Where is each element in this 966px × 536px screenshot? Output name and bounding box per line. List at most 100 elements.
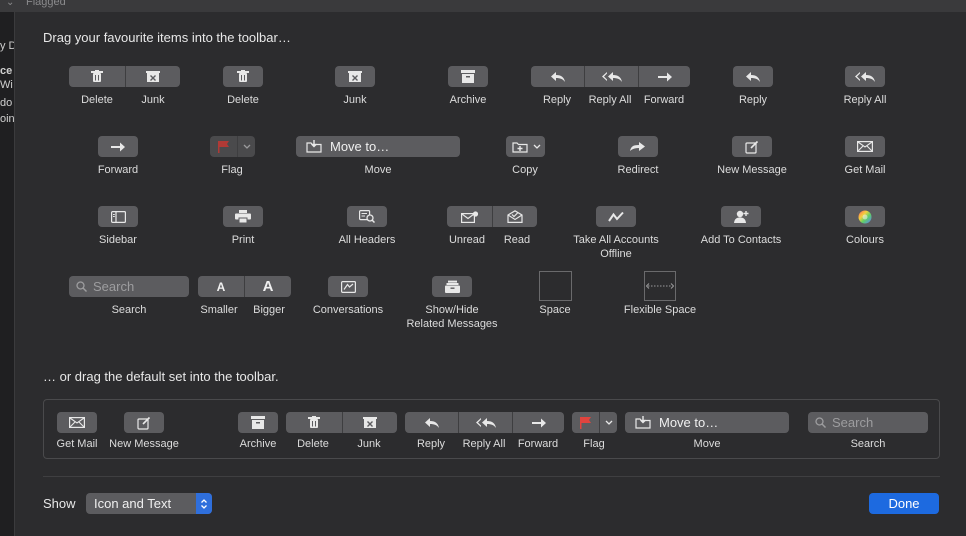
printer-icon <box>235 210 251 223</box>
junk-button[interactable] <box>335 66 375 87</box>
default-forward-button[interactable] <box>512 412 564 433</box>
add-to-contacts-label: Add To Contacts <box>700 234 782 246</box>
reply-group-forward-button[interactable] <box>638 66 690 87</box>
default-flag-button[interactable] <box>572 412 599 433</box>
archive-icon <box>251 416 265 429</box>
show-popup-value: Icon and Text <box>94 496 172 511</box>
move-to-folder-icon <box>635 416 651 429</box>
show-hide-label-line1: Show/Hide <box>425 304 479 316</box>
reply-icon <box>746 71 760 82</box>
default-get-mail-button[interactable] <box>57 412 97 433</box>
colours-label: Colours <box>846 234 884 246</box>
add-to-contacts-button[interactable] <box>721 206 761 227</box>
background-chevron: ⌄ <box>6 0 15 8</box>
sidebar-icon <box>110 210 126 223</box>
default-new-message-label: New Message <box>109 438 179 450</box>
default-get-mail-label: Get Mail <box>56 438 98 450</box>
flexible-space-label: Flexible Space <box>623 304 697 316</box>
all-headers-label: All Headers <box>338 234 396 246</box>
move-to-button[interactable]: Move to… <box>296 136 460 157</box>
unread-envelope-icon <box>460 210 478 223</box>
default-search-field[interactable]: Search <box>808 412 928 433</box>
bg-fragment: ce <box>0 65 13 77</box>
new-message-button[interactable] <box>732 136 772 157</box>
reply-group-reply-label: Reply <box>542 94 572 106</box>
conversations-label: Conversations <box>312 304 384 316</box>
delete-junk-junk-button[interactable] <box>125 66 180 87</box>
default-search-placeholder: Search <box>832 415 874 430</box>
unread-label: Unread <box>448 234 486 246</box>
reply-icon <box>424 417 439 428</box>
default-flag-dropdown-button[interactable] <box>599 412 617 433</box>
all-headers-button[interactable] <box>347 206 387 227</box>
reply-button[interactable] <box>733 66 773 87</box>
default-move-to-button[interactable]: Move to… <box>625 412 789 433</box>
flag-dropdown-button[interactable] <box>237 136 255 157</box>
new-message-label: New Message <box>717 164 787 176</box>
delete-junk-delete-label: Delete <box>81 94 113 106</box>
bigger-label: Bigger <box>253 304 285 316</box>
bigger-button[interactable]: A <box>244 276 291 297</box>
copy-label: Copy <box>512 164 538 176</box>
default-move-label: Move <box>693 438 721 450</box>
bg-fragment: Wi <box>0 79 13 91</box>
read-button[interactable] <box>492 206 537 227</box>
colours-button[interactable] <box>845 206 885 227</box>
bg-fragment: y D <box>0 40 14 52</box>
copy-button[interactable] <box>506 136 545 157</box>
default-reply-button[interactable] <box>405 412 458 433</box>
default-search-label: Search <box>850 438 886 450</box>
reply-icon <box>550 71 565 82</box>
default-archive-button[interactable] <box>238 412 278 433</box>
flexible-space-arrows-icon <box>646 283 674 289</box>
default-new-message-button[interactable] <box>124 412 164 433</box>
archive-button[interactable] <box>448 66 488 87</box>
chevron-down-icon <box>243 144 250 149</box>
done-button[interactable]: Done <box>869 493 939 514</box>
print-button[interactable] <box>223 206 263 227</box>
default-flag-label: Flag <box>583 438 605 450</box>
default-reply-label: Reply <box>416 438 446 450</box>
background-window-bar: ⌄ Flagged <box>0 0 966 12</box>
forward-button[interactable] <box>98 136 138 157</box>
redirect-button[interactable] <box>618 136 658 157</box>
delete-junk-delete-button[interactable] <box>69 66 125 87</box>
reply-all-label: Reply All <box>843 94 887 106</box>
show-hide-related-messages-button[interactable] <box>432 276 472 297</box>
get-mail-button[interactable] <box>845 136 885 157</box>
unread-button[interactable] <box>447 206 492 227</box>
sidebar-button[interactable] <box>98 206 138 227</box>
flag-button[interactable] <box>210 136 237 157</box>
conversations-button[interactable] <box>328 276 368 297</box>
search-field[interactable]: Search <box>69 276 189 297</box>
reply-all-icon <box>855 71 875 82</box>
bg-fragment: do <box>0 97 13 109</box>
space-item[interactable] <box>539 271 572 301</box>
instruction-heading: Drag your favourite items into the toolb… <box>43 30 291 45</box>
sidebar-label: Sidebar <box>99 234 137 246</box>
default-delete-button[interactable] <box>286 412 342 433</box>
trash-icon <box>91 70 103 82</box>
reply-group-reply-all-button[interactable] <box>584 66 638 87</box>
default-archive-label: Archive <box>239 438 277 450</box>
reply-group-reply-all-label: Reply All <box>588 94 632 106</box>
show-popup-button[interactable]: Icon and Text <box>86 493 212 514</box>
default-junk-button[interactable] <box>342 412 397 433</box>
customize-toolbar-sheet: Drag your favourite items into the toolb… <box>14 12 966 536</box>
delete-label: Delete <box>227 94 259 106</box>
default-reply-all-button[interactable] <box>458 412 512 433</box>
reply-group-reply-button[interactable] <box>531 66 584 87</box>
reply-all-button[interactable] <box>845 66 885 87</box>
forward-arrow-icon <box>111 142 125 151</box>
trash-icon <box>237 70 249 82</box>
smaller-button[interactable]: A <box>198 276 244 297</box>
delete-button[interactable] <box>223 66 263 87</box>
redirect-label: Redirect <box>617 164 659 176</box>
print-label: Print <box>231 234 255 246</box>
search-placeholder: Search <box>93 279 135 294</box>
junk-label: Junk <box>343 94 367 106</box>
default-move-to-button-text: Move to… <box>659 415 719 430</box>
flexible-space-item[interactable] <box>644 271 676 301</box>
forward-label: Forward <box>97 164 139 176</box>
take-all-accounts-offline-button[interactable] <box>596 206 636 227</box>
